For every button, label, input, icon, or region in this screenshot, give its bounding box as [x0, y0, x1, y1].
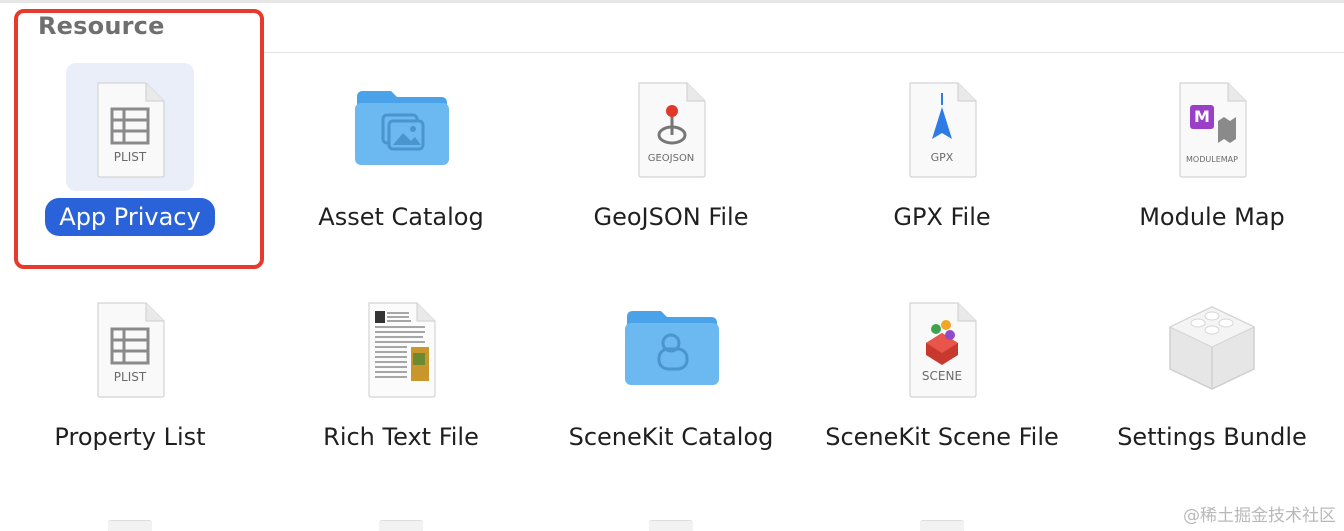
template-scenekit-catalog[interactable]: SceneKit Catalog — [551, 283, 791, 483]
template-geojson-file[interactable]: GEOJSON GeoJSON File — [551, 63, 791, 263]
icon-caption: SCENE — [921, 369, 963, 383]
module-badge: M — [1194, 107, 1210, 126]
template-label: Settings Bundle — [1117, 423, 1307, 451]
template-document-icon-partial[interactable] — [920, 520, 964, 531]
plist-document-icon: PLIST — [66, 63, 194, 191]
template-gpx-file[interactable]: GPX GPX File — [822, 63, 1062, 263]
watermark-text: @稀土掘金技术社区 — [1183, 506, 1336, 526]
top-border — [0, 0, 1344, 3]
template-property-list[interactable]: PLIST Property List — [10, 283, 250, 483]
settings-bundle-brick-icon — [1148, 283, 1276, 411]
template-rich-text-file[interactable]: Rich Text File — [281, 283, 521, 483]
icon-caption: GEOJSON — [647, 153, 695, 164]
plist-document-icon: PLIST — [66, 283, 194, 411]
gpx-document-icon: GPX — [878, 63, 1006, 191]
scene-document-icon: SCENE — [878, 283, 1006, 411]
section-divider — [260, 52, 1344, 53]
template-label: App Privacy — [45, 198, 215, 236]
template-label: SceneKit Catalog — [568, 423, 774, 451]
template-label: Asset Catalog — [318, 203, 484, 231]
geojson-document-icon: GEOJSON — [607, 63, 735, 191]
template-label: GPX File — [893, 203, 991, 231]
template-label: Property List — [54, 423, 206, 451]
template-label: GeoJSON File — [593, 203, 749, 231]
icon-caption: PLIST — [113, 370, 147, 384]
template-app-privacy[interactable]: PLIST App Privacy — [10, 63, 250, 263]
template-document-icon-partial[interactable] — [649, 520, 693, 531]
icon-caption: MODULEMAP — [1186, 155, 1238, 164]
modulemap-document-icon: M MODULEMAP — [1148, 63, 1276, 191]
template-document-icon-partial[interactable] — [108, 520, 152, 531]
template-settings-bundle[interactable]: Settings Bundle — [1092, 283, 1332, 483]
template-document-icon-partial[interactable] — [379, 520, 423, 531]
template-module-map[interactable]: M MODULEMAP Module Map — [1092, 63, 1332, 263]
template-label: Module Map — [1139, 203, 1285, 231]
template-label: Rich Text File — [323, 423, 479, 451]
scenekit-catalog-folder-icon — [607, 283, 735, 411]
template-label: SceneKit Scene File — [825, 423, 1059, 451]
rich-text-document-icon — [337, 283, 465, 411]
icon-caption: GPX — [930, 151, 954, 164]
template-scenekit-scene-file[interactable]: SCENE SceneKit Scene File — [822, 283, 1062, 483]
asset-catalog-folder-icon — [337, 63, 465, 191]
template-asset-catalog[interactable]: Asset Catalog — [281, 63, 521, 263]
icon-caption: PLIST — [113, 150, 147, 164]
